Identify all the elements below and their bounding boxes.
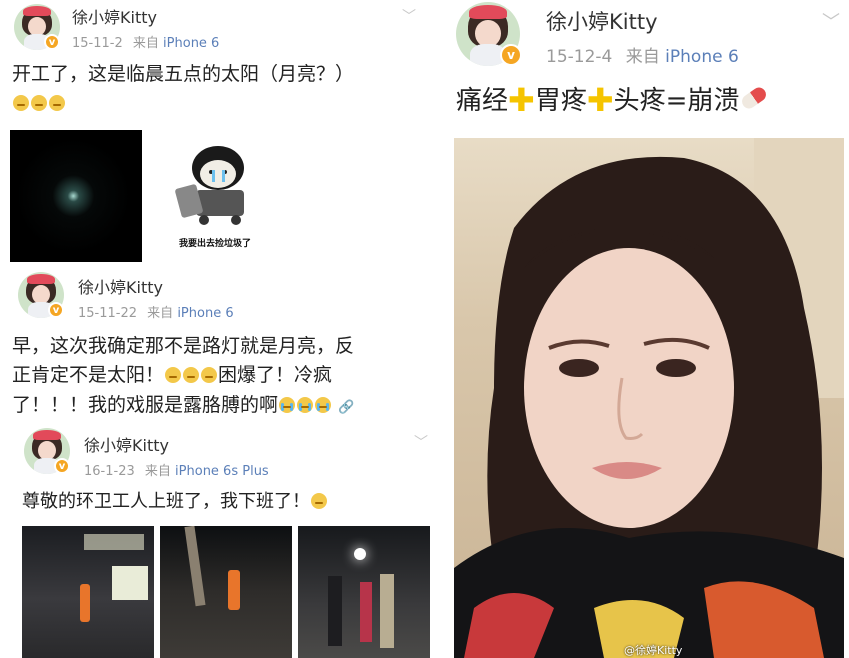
post-text-part: 头疼=崩溃: [613, 86, 740, 116]
username[interactable]: 徐小婷Kitty: [84, 432, 169, 456]
source-link[interactable]: iPhone 6: [177, 306, 233, 321]
photo-selfie[interactable]: @徐婷Kitty: [454, 138, 844, 658]
emoji-sad-icon: [165, 367, 182, 384]
post-text-line: 正肯定不是太阳！: [12, 364, 165, 387]
post-text: 开工了，这是临晨五点的太阳（月亮？）: [12, 60, 442, 119]
username[interactable]: 徐小婷Kitty: [72, 4, 157, 28]
post-date: 15-11-2: [72, 36, 123, 51]
username[interactable]: 徐小婷Kitty: [78, 274, 163, 298]
post-text-content: 开工了，这是临晨五点的太阳（月亮？）: [12, 63, 355, 85]
emoji-cry-icon: [279, 396, 296, 413]
post-text-line: 困爆了！冷疯: [218, 364, 333, 387]
emoji-sad-icon: [13, 95, 29, 112]
emoji-sad-icon: [311, 493, 327, 509]
post-date: 16-1-23: [84, 464, 135, 479]
post-text-content: 尊敬的环卫工人上班了，我下班了！: [22, 491, 310, 512]
plus-icon: ✚: [508, 81, 535, 119]
selfie-illustration: [454, 138, 844, 658]
meme-caption: 我要出去捡垃圾了: [178, 239, 251, 249]
meme-figure-icon: [175, 146, 244, 225]
via-label: 来自: [132, 36, 159, 51]
source-link[interactable]: iPhone 6: [665, 47, 739, 67]
verified-icon: v: [48, 302, 64, 318]
post-text: 尊敬的环卫工人上班了，我下班了！: [22, 488, 442, 516]
via-label: 来自: [625, 47, 660, 67]
verified-icon: v: [54, 458, 70, 474]
verified-icon: v: [500, 44, 522, 66]
post-date: 15-11-22: [78, 306, 138, 321]
emoji-cry-icon: [315, 396, 332, 413]
post-meta: 15-11-2 来自 iPhone 6: [72, 32, 219, 51]
via-label: 来自: [144, 464, 171, 479]
watermark: @徐婷Kitty: [624, 644, 683, 657]
chevron-down-icon[interactable]: ﹀: [822, 8, 840, 34]
post-meta: 15-11-22 来自 iPhone 6: [78, 302, 234, 321]
emoji-sad-icon: [49, 95, 65, 112]
chevron-down-icon[interactable]: ﹀: [414, 432, 428, 452]
photo-street-3[interactable]: [298, 526, 430, 658]
plus-icon: ✚: [586, 81, 614, 119]
photo-night-moon[interactable]: [10, 130, 142, 262]
post-text-part: 胃疼: [534, 86, 587, 116]
photo-meme[interactable]: 我要出去捡垃圾了: [160, 140, 270, 258]
emoji-cry-icon: [297, 396, 314, 413]
post-text-part: 痛经: [456, 86, 509, 116]
post-text-line: 早，这次我确定那不是路灯就是月亮，反: [12, 335, 355, 357]
post-text-line: 了！！！我的戏服是露胳膊的啊: [12, 393, 279, 416]
photo-street-2[interactable]: [160, 526, 292, 658]
post-meta: 16-1-23 来自 iPhone 6s Plus: [84, 460, 269, 479]
post-text: 早，这次我确定那不是路灯就是月亮，反 正肯定不是太阳！ 困爆了！冷疯 了！！！我的…: [12, 332, 442, 420]
photo-street-1[interactable]: [22, 526, 154, 658]
source-link[interactable]: iPhone 6: [163, 36, 219, 51]
emoji-sad-icon: [31, 95, 47, 112]
emoji-sad-icon: [201, 367, 218, 384]
via-label: 来自: [147, 306, 174, 321]
chevron-down-icon[interactable]: ﹀: [402, 6, 416, 26]
source-link[interactable]: iPhone 6s Plus: [175, 464, 269, 479]
pill-icon: [739, 84, 770, 112]
verified-icon: v: [44, 34, 60, 50]
post-date: 15-12-4: [546, 47, 613, 67]
post-text: 痛经✚胃疼✚头疼=崩溃: [456, 80, 846, 122]
username[interactable]: 徐小婷Kitty: [546, 6, 658, 36]
post-meta: 15-12-4 来自 iPhone 6: [546, 42, 739, 67]
link-icon[interactable]: 🔗: [338, 400, 354, 415]
emoji-sad-icon: [183, 367, 200, 384]
